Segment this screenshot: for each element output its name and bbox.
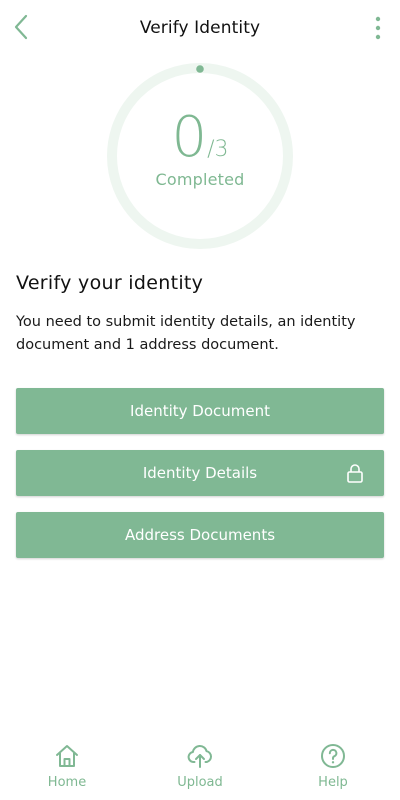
address-documents-button[interactable]: Address Documents [16,512,384,558]
more-vertical-icon [375,16,381,40]
home-icon [56,745,78,767]
progress-total-count: /3 [207,137,229,162]
bottom-navigation: Home Upload Help [0,736,400,800]
page-title: Verify Identity [139,18,261,38]
section-description: You need to submit identity details, an … [16,314,356,353]
identity-document-label: Identity Document [130,402,270,420]
address-documents-label: Address Documents [124,526,276,544]
progress-readout: 0 /3 Completed [106,105,294,190]
nav-help[interactable]: Help [283,738,383,794]
cloud-upload-icon [187,745,212,768]
section-title: Verify your identity [16,272,204,294]
app-header: Verify Identity [0,0,400,56]
lock-icon [347,464,363,483]
progress-indicator-dot [196,65,204,73]
nav-home-label: Home [47,775,87,790]
progress-ring: 0 /3 Completed [106,62,294,250]
nav-help-label: Help [318,775,348,790]
more-options-button[interactable] [364,12,392,44]
identity-document-button[interactable]: Identity Document [16,388,384,434]
verify-identity-screen: Verify Identity 0 /3 Completed Verify yo… [0,0,400,800]
identity-details-button[interactable]: Identity Details [16,450,384,496]
nav-home[interactable]: Home [17,738,117,794]
nav-upload-label: Upload [177,775,223,790]
progress-caption: Completed [155,170,245,189]
progress-completed-count: 0 [171,105,208,170]
identity-details-label: Identity Details [142,464,258,482]
help-circle-icon [321,744,345,768]
nav-upload[interactable]: Upload [150,738,250,794]
